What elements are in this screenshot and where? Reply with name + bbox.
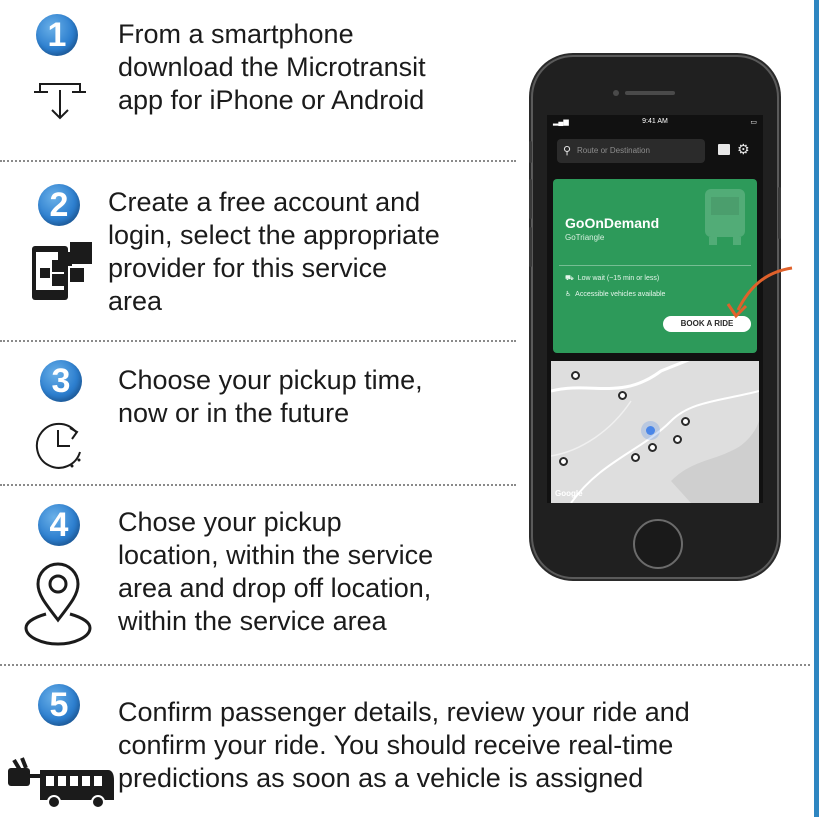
bus-watermark-icon — [705, 189, 745, 245]
battery-icon: ▭ — [750, 119, 757, 126]
step-5-line: Confirm passenger details, review your r… — [118, 697, 690, 727]
step-4-line: area and drop off location, — [118, 573, 432, 603]
step-2-line: provider for this service — [108, 253, 388, 283]
step-1-line: download the Microtransit — [118, 52, 426, 82]
step-3-line: now or in the future — [118, 398, 350, 428]
step-5-line: predictions as soon as a vehicle is assi… — [118, 763, 644, 793]
right-accent-rule — [814, 0, 819, 817]
vehicle-marker[interactable] — [673, 435, 682, 444]
vehicle-marker[interactable] — [618, 391, 627, 400]
vehicle-marker[interactable] — [648, 443, 657, 452]
step-5-text: Confirm passenger details, review your r… — [118, 696, 690, 795]
phone-volume-up — [529, 179, 532, 219]
step-3-badge: 3 — [40, 360, 82, 402]
accessible-info: ♿ Accessible vehicles available — [565, 290, 665, 298]
step-4-badge: 4 — [38, 504, 80, 546]
step-2-line: Create a free account and — [108, 187, 421, 217]
step-2-line: login, select the appropriate — [108, 220, 440, 250]
step-divider — [0, 664, 810, 666]
step-4-line: Chose your pickup — [118, 507, 342, 537]
step-1-badge: 1 — [36, 14, 78, 56]
step-5-line: confirm your ride. You should receive re… — [118, 730, 674, 760]
map-credit: Google — [555, 489, 583, 498]
search-input[interactable]: ⚲ Route or Destination — [557, 139, 705, 163]
status-time: 9:41 AM — [642, 118, 668, 125]
service-title: GoOnDemand — [565, 215, 660, 231]
step-2-badge: 2 — [38, 184, 80, 226]
user-location-marker — [646, 426, 655, 435]
step-divider — [0, 340, 516, 342]
wait-info: ⛟ Low wait (~15 min or less) — [565, 274, 659, 283]
phone-volume-down — [529, 227, 532, 267]
step-4-line: within the service area — [118, 606, 387, 636]
wheelchair-icon: ♿ — [565, 291, 572, 298]
smartphone-apps-icon — [30, 240, 98, 307]
step-divider — [0, 484, 516, 486]
step-3-text: Choose your pickup time, now or in the f… — [118, 364, 423, 430]
map-roads — [551, 361, 759, 503]
clock-icon — [32, 418, 88, 475]
step-5-badge: 5 — [38, 684, 80, 726]
step-2-text: Create a free account and login, select … — [108, 186, 440, 318]
service-provider: GoTriangle — [565, 233, 605, 242]
electric-bus-icon — [4, 756, 116, 819]
phone-power-button — [778, 187, 781, 239]
step-4-line: location, within the service — [118, 540, 434, 570]
phone-home-button — [633, 519, 683, 569]
wait-text: Low wait (~15 min or less) — [577, 275, 660, 282]
vehicle-marker[interactable] — [631, 453, 640, 462]
vehicle-marker[interactable] — [559, 457, 568, 466]
step-3-line: Choose your pickup time, — [118, 365, 423, 395]
accessible-text: Accessible vehicles available — [575, 291, 666, 298]
location-pin-icon — [22, 560, 94, 655]
step-4-text: Chose your pickup location, within the s… — [118, 506, 433, 638]
map-view[interactable]: Google — [551, 361, 759, 503]
search-placeholder: Route or Destination — [577, 146, 650, 155]
car-icon: ⛟ — [565, 275, 574, 282]
phone-camera — [613, 90, 619, 96]
step-1-line: From a smartphone — [118, 19, 354, 49]
message-icon[interactable] — [718, 144, 730, 155]
step-2-line: area — [108, 286, 163, 316]
search-icon: ⚲ — [563, 145, 572, 157]
download-icon — [30, 80, 90, 127]
step-1-text: From a smartphone download the Microtran… — [118, 18, 426, 117]
phone-speaker — [625, 91, 675, 95]
step-divider — [0, 160, 516, 162]
status-bar: ▂▄▆ 9:41 AM ▭ — [547, 115, 763, 129]
callout-arrow-icon — [726, 266, 793, 319]
step-1-line: app for iPhone or Android — [118, 85, 425, 115]
gear-icon[interactable]: ⚙ — [737, 141, 750, 158]
vehicle-marker[interactable] — [681, 417, 690, 426]
vehicle-marker[interactable] — [571, 371, 580, 380]
phone-mute-switch — [529, 141, 532, 163]
